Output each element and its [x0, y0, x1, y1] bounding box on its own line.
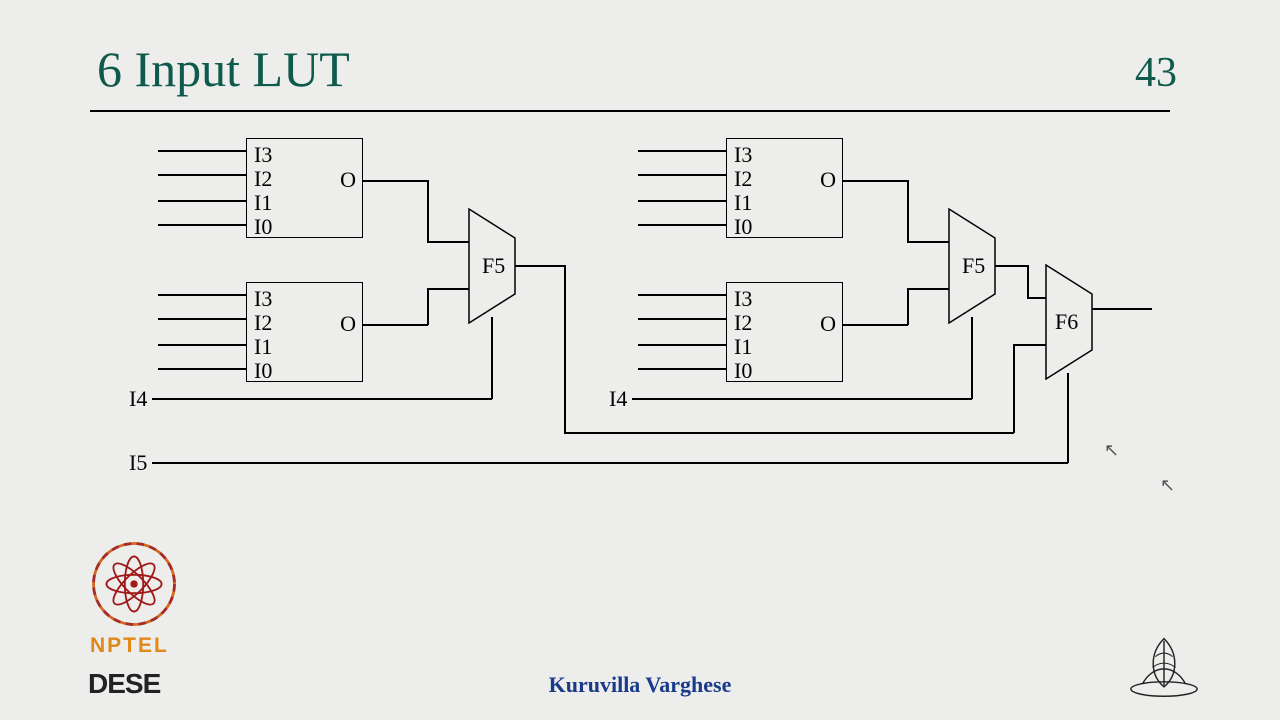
- lut1-i3: I3: [254, 143, 272, 167]
- page-number: 43: [1135, 49, 1177, 97]
- dese-text: DESE: [88, 668, 160, 700]
- lut2-i3: I3: [254, 287, 272, 311]
- w-lut3-to-mux: [907, 241, 949, 243]
- lut4-i1: I1: [734, 335, 752, 359]
- w-f5r-out-h2: [1027, 297, 1046, 299]
- w-lut4-out-v: [907, 288, 909, 325]
- lut4-in2-wire: [638, 318, 726, 320]
- w-lut2-out-h: [363, 324, 428, 326]
- lut-diagram: I3 I2 I1 I0 O I3 I2 I1 I0 O F5 I4: [0, 130, 1280, 550]
- mux-f5-right-label: F5: [962, 253, 985, 279]
- w-f5r-out-v: [1027, 265, 1029, 298]
- mux-f5-left-label: F5: [482, 253, 505, 279]
- lut3-i3: I3: [734, 143, 752, 167]
- w-lut2-to-mux: [427, 288, 469, 290]
- w-i4-right-v: [971, 317, 973, 399]
- lut1-i2: I2: [254, 167, 272, 191]
- nptel-text: NPTEL: [90, 634, 169, 658]
- lut1-i0: I0: [254, 215, 272, 239]
- w-f6-out: [1092, 308, 1152, 310]
- lut4-in1-wire: [638, 344, 726, 346]
- lut-block-3: I3 I2 I1 I0 O: [726, 138, 843, 238]
- lut3-in2-wire: [638, 174, 726, 176]
- cursor-icon: ↖: [1104, 440, 1119, 461]
- lut4-i2: I2: [734, 311, 752, 335]
- lut3-in3-wire: [638, 150, 726, 152]
- lut3-i2: I2: [734, 167, 752, 191]
- lut3-i0: I0: [734, 215, 752, 239]
- w-i4-right: [632, 398, 972, 400]
- mux-f6: F6: [1045, 264, 1093, 380]
- w-lut1-out-v: [427, 180, 429, 242]
- page-title: 6 Input LUT: [97, 40, 350, 98]
- lut3-in1-wire: [638, 200, 726, 202]
- w-lut4-to-mux: [907, 288, 949, 290]
- i4-label-left: I4: [129, 386, 147, 412]
- mux-f5-left: F5: [468, 208, 516, 324]
- lut2-i1: I1: [254, 335, 272, 359]
- w-lut1-out-h: [363, 180, 428, 182]
- i5-label: I5: [129, 450, 147, 476]
- lut3-in0-wire: [638, 224, 726, 226]
- lut4-in0-wire: [638, 368, 726, 370]
- author-name: Kuruvilla Varghese: [549, 672, 732, 698]
- lut1-in3-wire: [158, 150, 246, 152]
- w-i4-left: [152, 398, 492, 400]
- w-lut3-out-v: [907, 180, 909, 242]
- lut1-i1: I1: [254, 191, 272, 215]
- w-f6-in1-v: [1013, 344, 1015, 433]
- lut2-in3-wire: [158, 294, 246, 296]
- lut2-in1-wire: [158, 344, 246, 346]
- lut2-i0: I0: [254, 359, 272, 383]
- cursor-icon: ↖: [1160, 475, 1175, 496]
- w-i4-left-v: [491, 317, 493, 399]
- title-underline: [90, 110, 1170, 112]
- title-row: 6 Input LUT 43: [97, 40, 1177, 98]
- lut1-in1-wire: [158, 200, 246, 202]
- nptel-logo-icon: [88, 538, 180, 635]
- w-f5l-out-v: [564, 265, 566, 433]
- lut4-i3: I3: [734, 287, 752, 311]
- w-f6-in1-h: [1013, 344, 1046, 346]
- w-lut1-to-mux: [427, 241, 469, 243]
- w-f5l-out-h: [515, 265, 565, 267]
- lut1-out: O: [340, 167, 356, 193]
- w-f5l-to-f6bot: [564, 432, 1014, 434]
- lut1-in2-wire: [158, 174, 246, 176]
- mux-f5-right: F5: [948, 208, 996, 324]
- lut1-in0-wire: [158, 224, 246, 226]
- lut2-in0-wire: [158, 368, 246, 370]
- lut4-in3-wire: [638, 294, 726, 296]
- w-lut3-out-h: [843, 180, 908, 182]
- w-f5r-out-h1: [995, 265, 1028, 267]
- lut3-out: O: [820, 167, 836, 193]
- lut-block-4: I3 I2 I1 I0 O: [726, 282, 843, 382]
- w-lut2-out-v: [427, 288, 429, 325]
- w-lut4-out-h: [843, 324, 908, 326]
- mux-f6-label: F6: [1055, 309, 1078, 335]
- lut-block-2: I3 I2 I1 I0 O: [246, 282, 363, 382]
- lut2-i2: I2: [254, 311, 272, 335]
- lut2-out: O: [340, 311, 356, 337]
- lut4-out: O: [820, 311, 836, 337]
- lut2-in2-wire: [158, 318, 246, 320]
- iisc-logo-icon: [1128, 635, 1200, 702]
- lut-block-1: I3 I2 I1 I0 O: [246, 138, 363, 238]
- lut3-i1: I1: [734, 191, 752, 215]
- i4-label-right: I4: [609, 386, 627, 412]
- lut4-i0: I0: [734, 359, 752, 383]
- w-i5-v: [1067, 373, 1069, 463]
- w-i5-h: [152, 462, 1068, 464]
